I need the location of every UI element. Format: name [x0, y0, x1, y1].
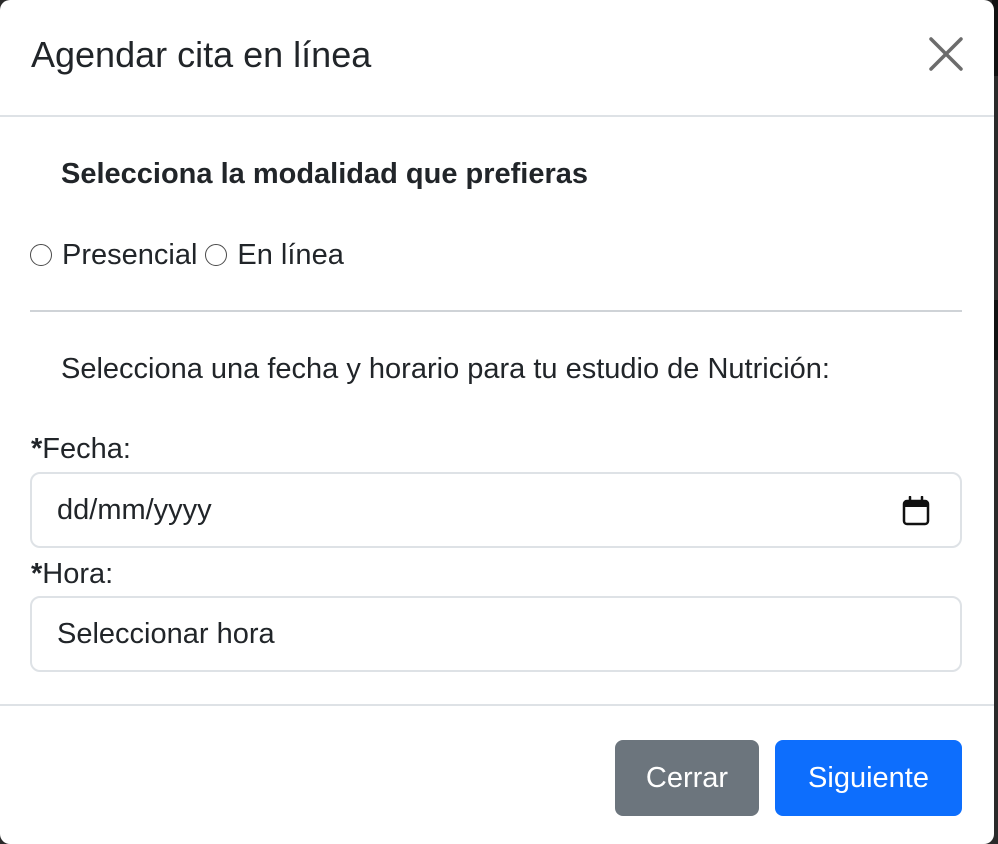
- time-label-text: Hora:: [42, 558, 114, 590]
- radio-option-en-linea[interactable]: En línea: [205, 239, 351, 272]
- required-mark: *: [31, 558, 43, 590]
- modal-footer: Cerrar Siguiente: [0, 704, 994, 844]
- time-input-placeholder: Seleccionar hora: [57, 618, 275, 650]
- radio-label-en-linea: En línea: [237, 238, 344, 271]
- date-input-placeholder: dd/mm/yyyy: [57, 494, 212, 526]
- appointment-modal: Agendar cita en línea Selecciona la moda…: [0, 0, 994, 844]
- required-mark: *: [31, 433, 43, 465]
- calendar-icon[interactable]: [902, 496, 930, 526]
- close-button[interactable]: [926, 34, 966, 74]
- radio-en-linea[interactable]: [205, 244, 228, 266]
- time-input[interactable]: Seleccionar hora: [30, 596, 962, 672]
- modality-heading: Selecciona la modalidad que prefieras: [61, 158, 589, 190]
- close-modal-button[interactable]: Cerrar: [615, 740, 759, 816]
- radio-label-presencial: Presencial: [62, 238, 198, 271]
- section-divider: [30, 310, 962, 312]
- radio-option-presencial[interactable]: Presencial: [30, 239, 205, 272]
- close-icon: [929, 37, 963, 71]
- schedule-instruction: Selecciona una fecha y horario para tu e…: [61, 353, 830, 385]
- date-label: *Fecha:: [31, 431, 131, 467]
- radio-presencial[interactable]: [30, 244, 52, 266]
- modality-radio-group: Presencial En línea: [30, 236, 352, 274]
- modal-header: Agendar cita en línea: [0, 0, 994, 117]
- modal-title: Agendar cita en línea: [31, 34, 372, 75]
- date-label-text: Fecha:: [42, 433, 131, 465]
- next-button[interactable]: Siguiente: [775, 740, 962, 816]
- time-label: *Hora:: [31, 556, 113, 592]
- date-input[interactable]: dd/mm/yyyy: [30, 472, 962, 548]
